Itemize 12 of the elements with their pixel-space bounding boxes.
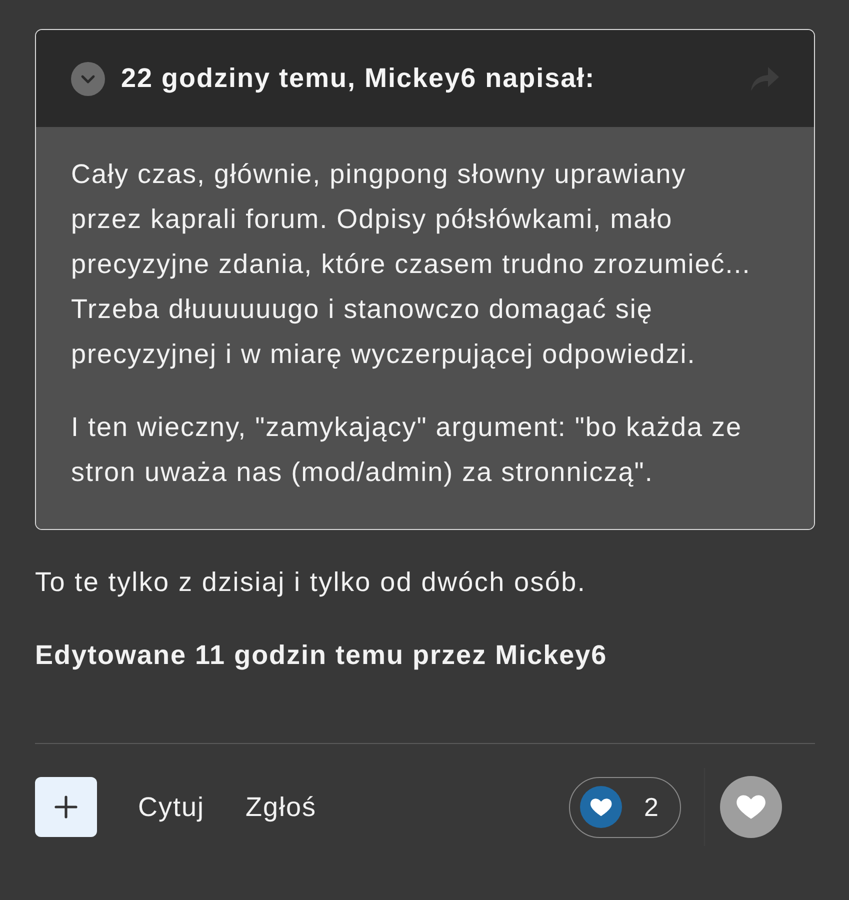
quote-attribution: 22 godziny temu, Mickey6 napisał: [121,62,596,96]
post-text: To te tylko z dzisiaj i tylko od dwóch osób. [35,566,588,599]
edit-note: Edytowane 11 godzin temu przez Mickey6 [35,639,608,672]
plus-icon [54,795,78,819]
action-link[interactable]: Zgłoś [246,786,317,828]
chevron-down-icon[interactable] [71,62,105,96]
react-button[interactable] [720,776,782,838]
add-button[interactable] [35,777,97,837]
reaction-count-button[interactable]: 2 [569,776,681,838]
quote-text: Cały czas, głównie, pingpong słowny uprawiany przez kaprali forum. Odpisy półsłówkami, mało precyzyjne zdania, które czasem trudno zrozumieć... Trzeba dłuuuuuugo i stanowczo domagać się precyzyjnej i w miarę wyczerpującej odpowiedzi. [71,158,752,371]
action-link[interactable]: Cytuj [138,786,205,828]
quote-text: I ten wieczny, "zamykający" argument: "bo każda ze stron uważa nas (mod/admin) za stronniczą". [71,411,744,489]
